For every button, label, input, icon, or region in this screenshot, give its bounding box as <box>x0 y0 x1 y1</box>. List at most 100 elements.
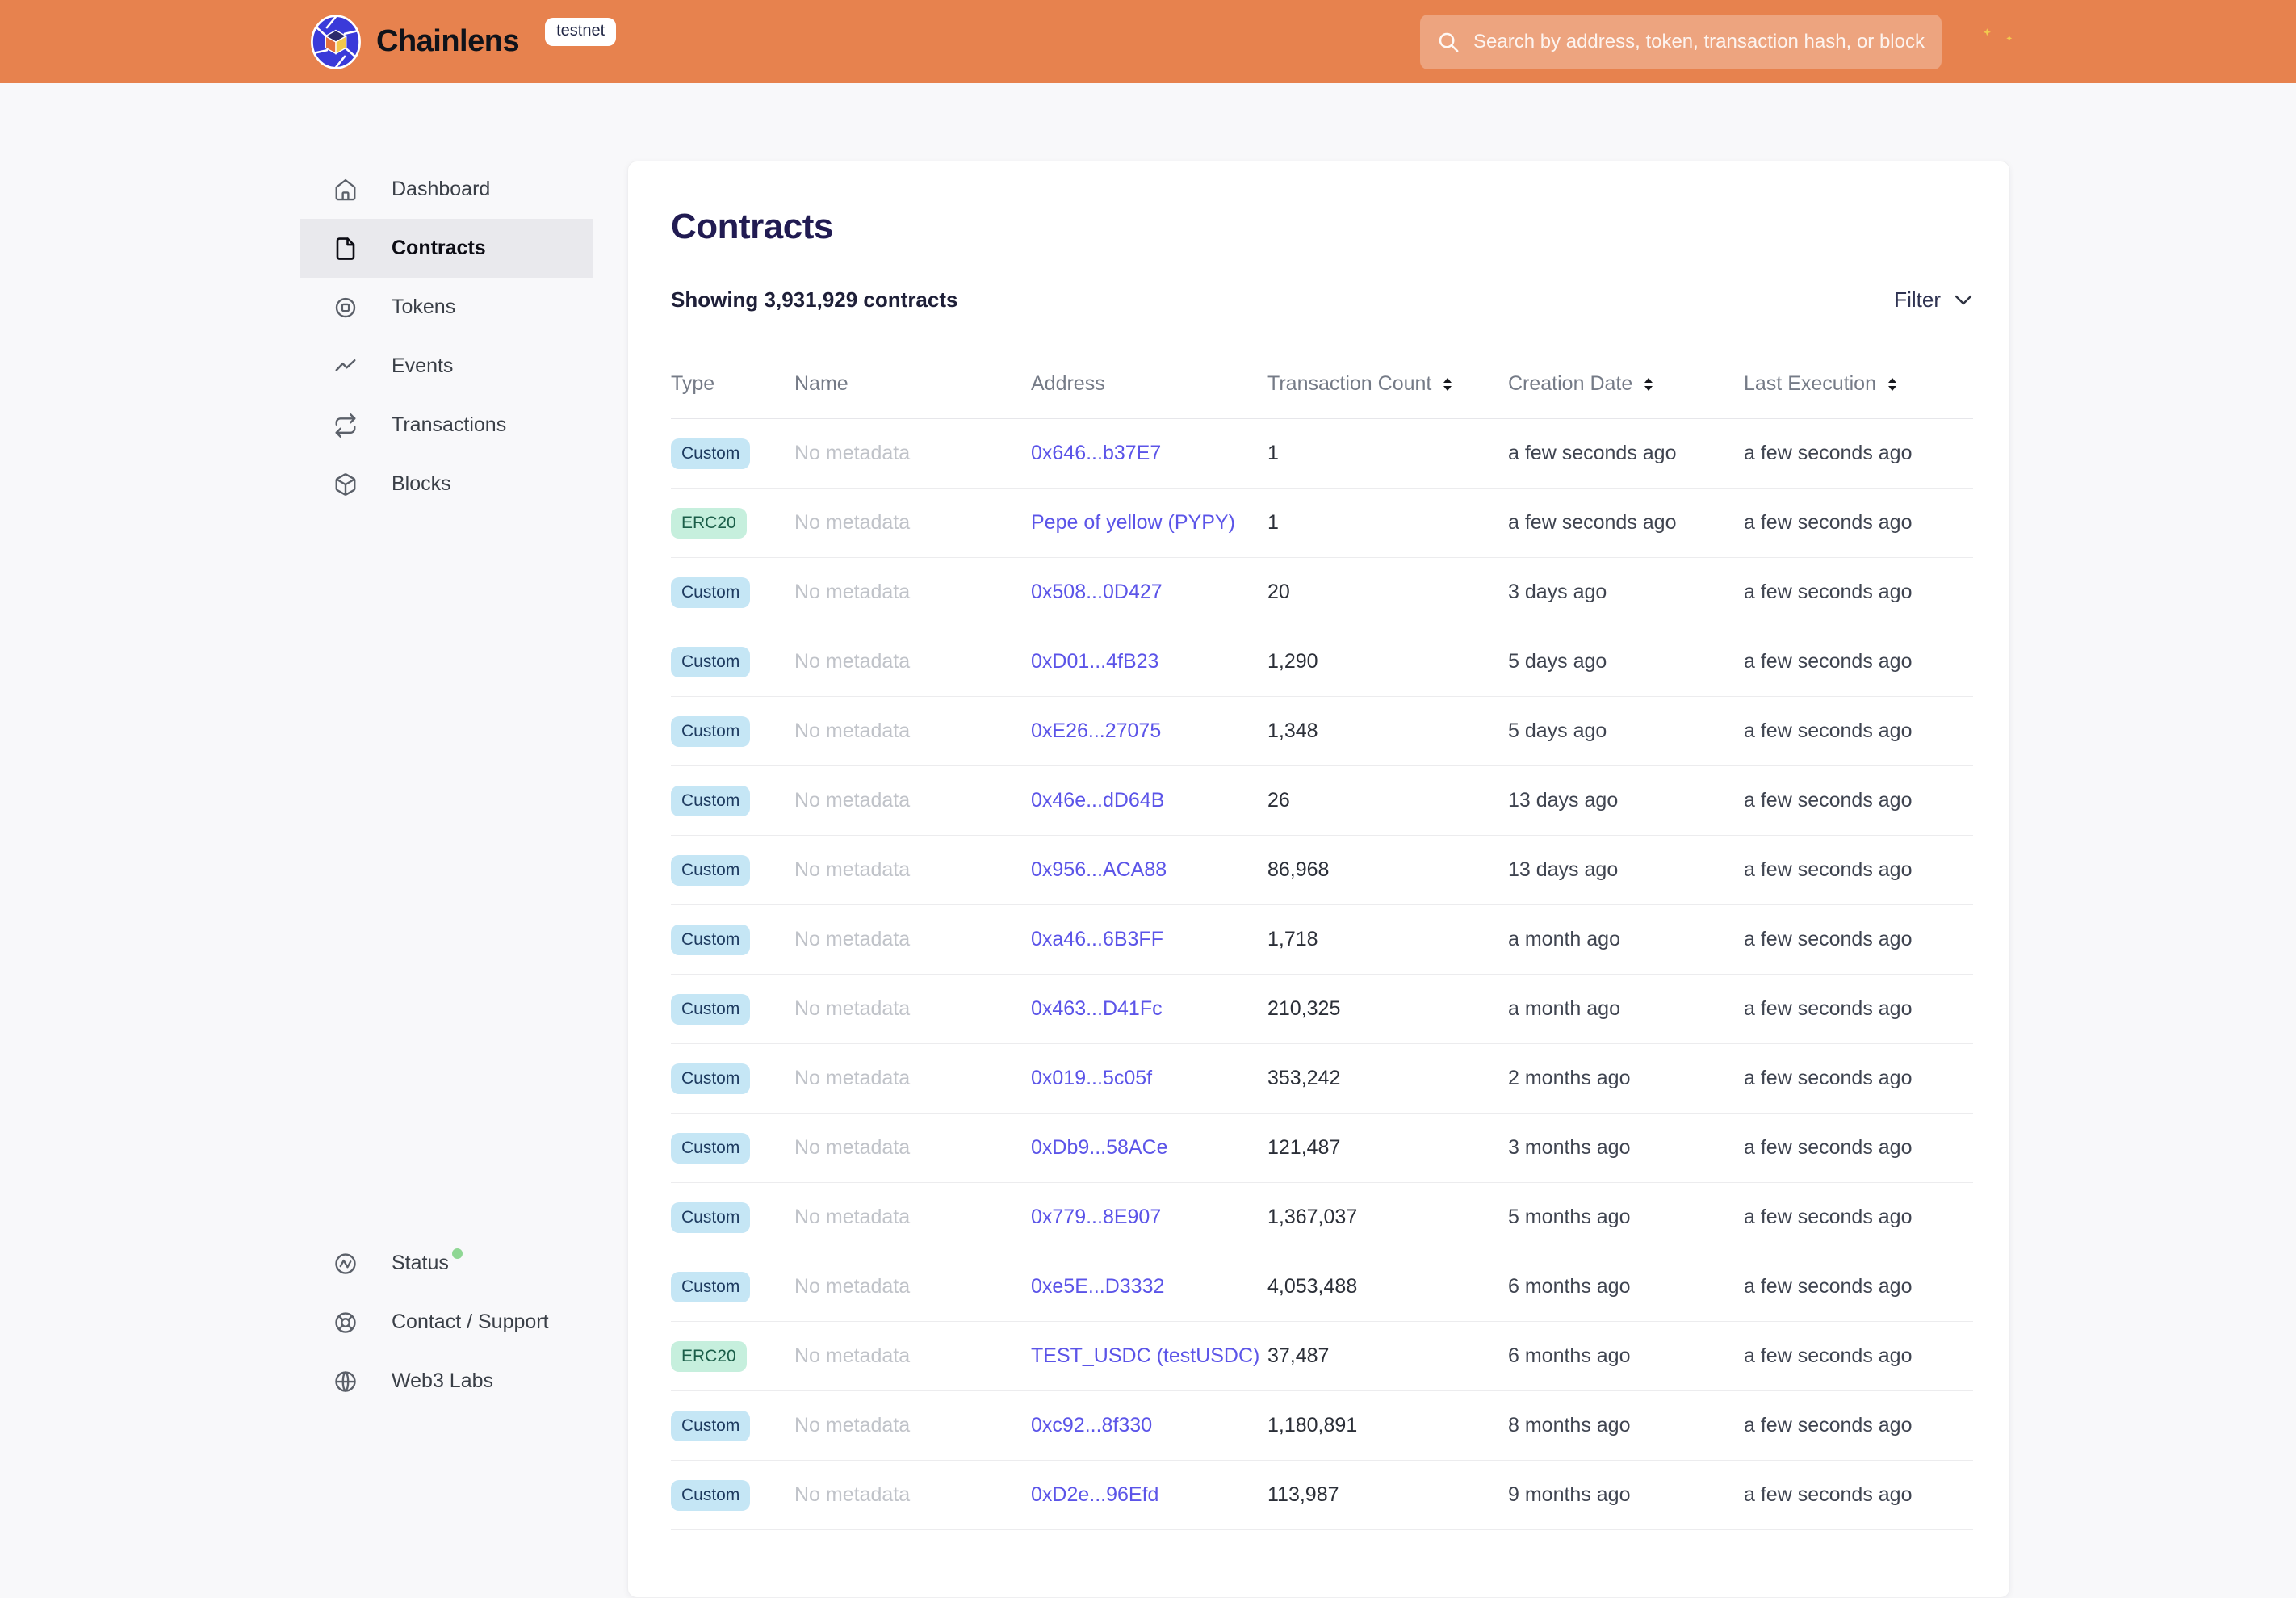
sidebar-item-label: Events <box>392 354 454 377</box>
creation-date: 5 days ago <box>1508 719 1607 742</box>
sidebar-item-status[interactable]: Status <box>300 1234 593 1293</box>
transaction-count: 113,987 <box>1267 1483 1339 1506</box>
contract-address-link[interactable]: 0xDb9...58ACe <box>1031 1136 1168 1159</box>
contracts-card: Contracts Showing 3,931,929 contracts Fi… <box>627 161 2010 1598</box>
contract-name: No metadata <box>794 1275 911 1298</box>
last-execution: a few seconds ago <box>1744 442 1913 464</box>
contract-type-badge: Custom <box>671 1132 751 1164</box>
transaction-count: 4,053,488 <box>1267 1275 1358 1298</box>
creation-date: 13 days ago <box>1508 789 1619 812</box>
token-icon <box>333 296 358 320</box>
dark-mode-moon-icon[interactable] <box>1980 25 2013 59</box>
contract-name: No metadata <box>794 442 911 464</box>
transaction-count: 26 <box>1267 789 1290 812</box>
last-execution: a few seconds ago <box>1744 1136 1913 1159</box>
contract-address-link[interactable]: 0xe5E...D3332 <box>1031 1275 1164 1298</box>
transaction-count: 1,180,891 <box>1267 1414 1358 1437</box>
page-title: Contracts <box>671 207 833 246</box>
contract-name: No metadata <box>794 719 911 742</box>
table-row: Custom No metadata 0xc92...8f330 1,180,8… <box>671 1391 1973 1461</box>
sidebar-item-blocks[interactable]: Blocks <box>300 455 593 514</box>
transaction-count: 37,487 <box>1267 1344 1330 1367</box>
network-badge: testnet <box>545 18 617 46</box>
creation-date: 13 days ago <box>1508 858 1619 881</box>
sidebar-item-label: Blocks <box>392 472 451 495</box>
contract-address-link[interactable]: Pepe of yellow (PYPY) <box>1031 511 1235 534</box>
contract-address-link[interactable]: 0xD2e...96Efd <box>1031 1483 1158 1506</box>
last-execution: a few seconds ago <box>1744 997 1913 1020</box>
cube-icon <box>333 472 358 497</box>
contract-name: No metadata <box>794 511 911 534</box>
chainlens-logo-icon <box>311 14 361 69</box>
contract-address-link[interactable]: 0x463...D41Fc <box>1031 997 1163 1020</box>
sidebar-item-label: Transactions <box>392 413 507 436</box>
contract-address-link[interactable]: 0xD01...4fB23 <box>1031 650 1158 673</box>
last-execution: a few seconds ago <box>1744 1344 1913 1367</box>
transaction-count: 1,290 <box>1267 650 1318 673</box>
contract-name: No metadata <box>794 928 911 950</box>
creation-date: 6 months ago <box>1508 1275 1631 1298</box>
contract-address-link[interactable]: 0xE26...27075 <box>1031 719 1161 742</box>
contract-address-link[interactable]: 0xa46...6B3FF <box>1031 928 1163 950</box>
table-row: Custom No metadata 0x46e...dD64B 26 13 d… <box>671 766 1973 836</box>
sidebar-item-label: Tokens <box>392 296 456 318</box>
contract-name: No metadata <box>794 1414 911 1437</box>
search-bar[interactable] <box>1420 15 1942 69</box>
contracts-count-summary: Showing 3,931,929 contracts <box>671 287 958 312</box>
column-header-type: Type <box>671 372 715 395</box>
contract-type-badge: ERC20 <box>671 507 747 539</box>
contract-type-badge: Custom <box>671 1063 751 1094</box>
globe-icon <box>333 1369 358 1394</box>
chevron-down-icon <box>1955 295 1972 305</box>
creation-date: a month ago <box>1508 997 1620 1020</box>
contract-type-badge: Custom <box>671 1410 751 1441</box>
sidebar-item-contracts[interactable]: Contracts <box>300 219 593 278</box>
creation-date: a month ago <box>1508 928 1620 950</box>
sidebar-item-tokens[interactable]: Tokens <box>300 278 593 337</box>
creation-date: 8 months ago <box>1508 1414 1631 1437</box>
contract-address-link[interactable]: 0x956...ACA88 <box>1031 858 1167 881</box>
sidebar-item-contact-support[interactable]: Contact / Support <box>300 1293 593 1352</box>
contract-address-link[interactable]: 0x46e...dD64B <box>1031 789 1164 812</box>
table-row: Custom No metadata 0xE26...27075 1,348 5… <box>671 697 1973 766</box>
brand-name: Chainlens <box>376 24 520 58</box>
contract-address-link[interactable]: 0x508...0D427 <box>1031 581 1163 603</box>
creation-date: 9 months ago <box>1508 1483 1631 1506</box>
last-execution: a few seconds ago <box>1744 789 1913 812</box>
sidebar-item-label: Dashboard <box>392 178 491 200</box>
sidebar-item-events[interactable]: Events <box>300 337 593 396</box>
creation-date: a few seconds ago <box>1508 442 1677 464</box>
transaction-count: 86,968 <box>1267 858 1330 881</box>
sort-icon[interactable] <box>1886 376 1899 392</box>
sidebar-item-transactions[interactable]: Transactions <box>300 396 593 455</box>
contract-address-link[interactable]: 0x779...8E907 <box>1031 1206 1161 1228</box>
last-execution: a few seconds ago <box>1744 1067 1913 1089</box>
table-row: Custom No metadata 0x463...D41Fc 210,325… <box>671 975 1973 1044</box>
brand[interactable]: Chainlens testnet <box>308 0 617 83</box>
transaction-count: 1 <box>1267 511 1279 534</box>
last-execution: a few seconds ago <box>1744 1275 1913 1298</box>
sidebar-item-web3labs[interactable]: Web3 Labs <box>300 1352 593 1411</box>
contract-type-badge: Custom <box>671 854 751 886</box>
contract-address-link[interactable]: TEST_USDC (testUSDC) <box>1031 1344 1259 1367</box>
table-row: Custom No metadata 0x019...5c05f 353,242… <box>671 1044 1973 1114</box>
transaction-count: 20 <box>1267 581 1290 603</box>
transaction-count: 121,487 <box>1267 1136 1341 1159</box>
contract-address-link[interactable]: 0xc92...8f330 <box>1031 1414 1152 1437</box>
sort-icon[interactable] <box>1642 376 1655 392</box>
column-header-last-execution: Last Execution <box>1744 372 1973 396</box>
contract-type-badge: Custom <box>671 924 751 955</box>
last-execution: a few seconds ago <box>1744 1206 1913 1228</box>
contract-name: No metadata <box>794 858 911 881</box>
creation-date: 2 months ago <box>1508 1067 1631 1089</box>
search-input[interactable] <box>1473 31 1925 53</box>
filter-button[interactable]: Filter <box>1894 287 1973 312</box>
contract-address-link[interactable]: 0x019...5c05f <box>1031 1067 1152 1089</box>
last-execution: a few seconds ago <box>1744 719 1913 742</box>
contract-address-link[interactable]: 0x646...b37E7 <box>1031 442 1161 464</box>
sort-icon[interactable] <box>1441 376 1454 392</box>
activity-line-icon <box>333 354 358 379</box>
creation-date: 6 months ago <box>1508 1344 1631 1367</box>
sidebar-item-dashboard[interactable]: Dashboard <box>300 160 593 219</box>
creation-date: 3 months ago <box>1508 1136 1631 1159</box>
